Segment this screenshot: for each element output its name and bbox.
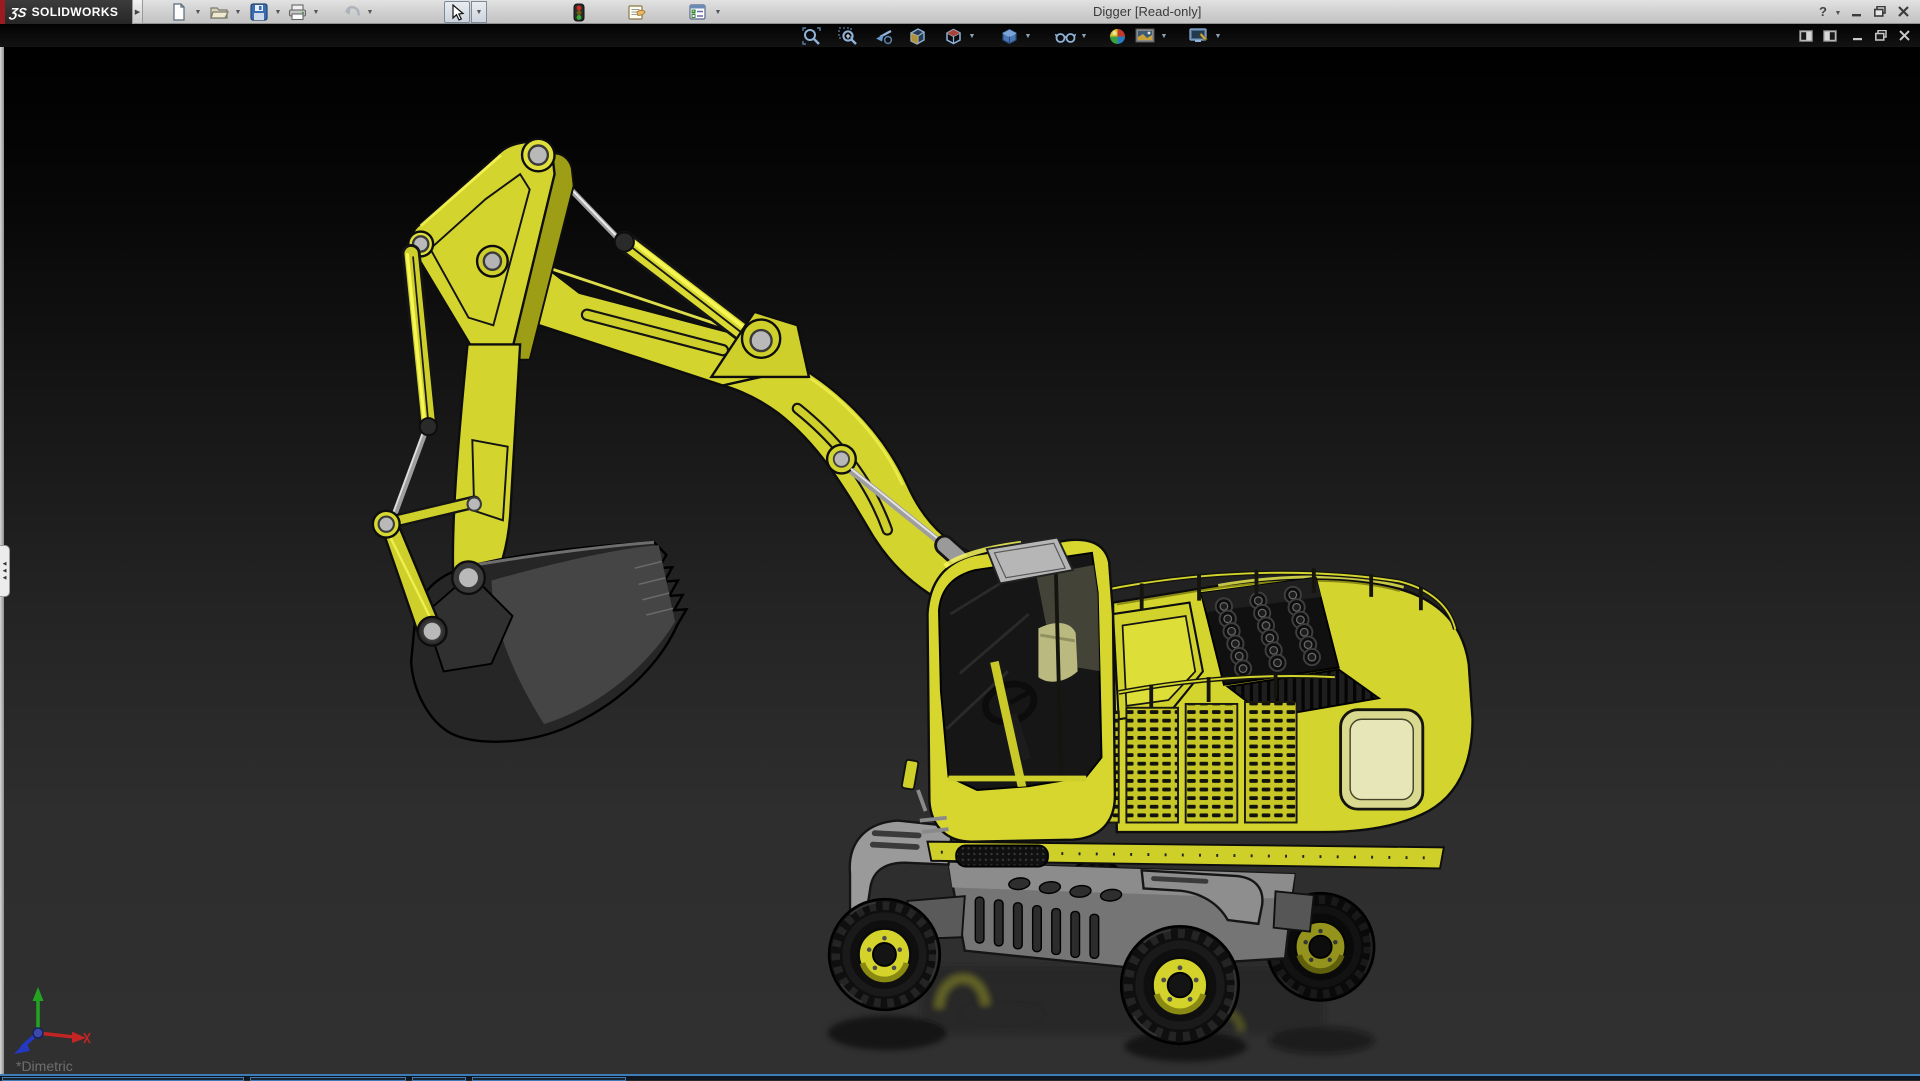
display-style-icon bbox=[1001, 28, 1017, 44]
undo-button[interactable] bbox=[340, 1, 366, 23]
new-document-dropdown[interactable]: ▼ bbox=[192, 1, 204, 23]
triad-y-axis bbox=[32, 987, 44, 1001]
view-settings-button[interactable] bbox=[1186, 26, 1212, 46]
title-bar: ƷS SOLIDWORKS ▶ ▼ ▼ ▼ ▼ ▼ ▼ ▼ Digger [Re… bbox=[0, 0, 1920, 24]
new-document-button[interactable] bbox=[166, 1, 192, 23]
pane-toggle-left-button[interactable] bbox=[1796, 27, 1816, 44]
save-button[interactable] bbox=[246, 1, 272, 23]
restore-icon bbox=[1874, 6, 1886, 17]
help-dropdown[interactable]: ▼ bbox=[1832, 2, 1844, 24]
collapse-arrow-icon: ◀ bbox=[2, 574, 7, 581]
document-close-button[interactable] bbox=[1895, 27, 1915, 44]
view-settings-dropdown[interactable]: ▼ bbox=[1212, 26, 1224, 46]
apply-scene-icon bbox=[1135, 28, 1155, 43]
printer-icon bbox=[288, 4, 306, 21]
zoom-to-fit-button[interactable] bbox=[798, 26, 824, 46]
close-button[interactable] bbox=[1893, 2, 1915, 21]
print-button[interactable] bbox=[284, 1, 310, 23]
solidworks-logo-text: SOLIDWORKS bbox=[31, 5, 119, 19]
logo-red-stripe bbox=[0, 0, 5, 24]
file-properties-icon bbox=[628, 5, 646, 20]
taskbar-button[interactable] bbox=[472, 1077, 626, 1081]
boom-stick-pin bbox=[482, 251, 503, 271]
close-icon bbox=[1898, 6, 1909, 17]
apply-scene-button[interactable] bbox=[1132, 26, 1158, 46]
hide-show-items-dropdown[interactable]: ▼ bbox=[1078, 26, 1090, 46]
pane-right-icon bbox=[1823, 29, 1837, 42]
collapse-arrow-icon: ◀ bbox=[2, 567, 7, 574]
excavator-model[interactable] bbox=[0, 47, 1920, 1074]
print-dropdown[interactable]: ▼ bbox=[310, 1, 322, 23]
wheel-front-left[interactable] bbox=[829, 899, 940, 1010]
help-button[interactable]: ? bbox=[1814, 2, 1832, 21]
undo-arrow-icon bbox=[344, 5, 360, 16]
display-style-dropdown[interactable]: ▼ bbox=[1022, 26, 1034, 46]
link-pin-upper bbox=[377, 515, 395, 533]
front-grille-strip bbox=[955, 844, 1049, 868]
open-folder-icon bbox=[209, 7, 229, 19]
zoom-to-fit-icon bbox=[801, 26, 821, 45]
featuremanager-flyout-tab[interactable]: ◀ ◀ ◀ bbox=[0, 545, 10, 597]
select-cursor-icon bbox=[452, 3, 465, 21]
previous-view-icon bbox=[875, 29, 892, 44]
taskbar-sliver bbox=[0, 1074, 1920, 1081]
view-orientation-icon bbox=[945, 28, 961, 44]
options-dropdown[interactable]: ▼ bbox=[712, 1, 724, 23]
document-close-icon bbox=[1899, 30, 1910, 41]
rebuild-button[interactable] bbox=[566, 1, 592, 23]
document-restore-button[interactable] bbox=[1871, 27, 1891, 44]
minimize-button[interactable] bbox=[1846, 2, 1868, 21]
stick-arm[interactable] bbox=[407, 137, 575, 592]
options-button[interactable] bbox=[684, 1, 710, 23]
select-tool-button[interactable] bbox=[444, 1, 470, 23]
minimize-icon bbox=[1851, 14, 1861, 17]
file-properties-button[interactable] bbox=[624, 1, 650, 23]
previous-view-button[interactable] bbox=[870, 26, 896, 46]
graphics-area[interactable]: ◀ ◀ ◀ *Dimetric bbox=[0, 47, 1920, 1074]
pane-left-icon bbox=[1799, 29, 1813, 42]
section-view-icon bbox=[909, 27, 925, 45]
open-document-dropdown[interactable]: ▼ bbox=[232, 1, 244, 23]
select-tool-dropdown[interactable]: ▼ bbox=[471, 1, 487, 23]
view-orientation-button[interactable] bbox=[940, 26, 966, 46]
restore-button[interactable] bbox=[1869, 2, 1891, 21]
edit-appearance-button[interactable] bbox=[1104, 26, 1130, 46]
window-title: Digger [Read-only] bbox=[1093, 4, 1202, 19]
open-document-button[interactable] bbox=[206, 1, 232, 23]
bucket-cylinder[interactable] bbox=[389, 243, 438, 523]
solidworks-logo: ƷS SOLIDWORKS bbox=[0, 0, 132, 24]
stick-bucket-pin bbox=[456, 566, 481, 590]
document-minimize-button[interactable] bbox=[1848, 27, 1868, 44]
apply-scene-dropdown[interactable]: ▼ bbox=[1158, 26, 1170, 46]
menu-flyout-arrow[interactable]: ▶ bbox=[132, 0, 143, 24]
taskbar-button[interactable] bbox=[412, 1077, 466, 1081]
view-settings-icon bbox=[1189, 27, 1208, 42]
wheel-rear-left[interactable] bbox=[1121, 926, 1239, 1044]
save-floppy-icon bbox=[250, 3, 268, 21]
appearance-ball-icon bbox=[1109, 28, 1125, 44]
bucket-link-pin bbox=[421, 620, 443, 642]
view-orientation-dropdown[interactable]: ▼ bbox=[966, 26, 978, 46]
new-document-icon bbox=[173, 3, 185, 21]
pane-toggle-right-button[interactable] bbox=[1820, 27, 1840, 44]
options-checklist-icon bbox=[688, 4, 706, 20]
solidworks-logo-mark: ƷS bbox=[8, 4, 28, 20]
zoom-to-area-button[interactable] bbox=[834, 26, 860, 46]
taskbar-button[interactable] bbox=[2, 1077, 244, 1081]
taskbar-button[interactable] bbox=[250, 1077, 406, 1081]
traffic-light-icon bbox=[573, 3, 585, 21]
section-view-button[interactable] bbox=[904, 26, 930, 46]
document-minimize-icon bbox=[1852, 38, 1862, 41]
stick-top-pin bbox=[527, 144, 550, 166]
hide-show-items-button[interactable] bbox=[1052, 26, 1078, 46]
display-style-button[interactable] bbox=[996, 26, 1022, 46]
zoom-to-area-icon bbox=[837, 26, 857, 45]
wing-mirror bbox=[900, 758, 920, 791]
undo-dropdown[interactable]: ▼ bbox=[364, 1, 376, 23]
collapse-arrow-icon: ◀ bbox=[2, 560, 7, 567]
eyeglasses-icon bbox=[1054, 32, 1076, 43]
document-restore-icon bbox=[1875, 30, 1887, 41]
view-orientation-label: *Dimetric bbox=[16, 1058, 73, 1074]
save-dropdown[interactable]: ▼ bbox=[272, 1, 284, 23]
